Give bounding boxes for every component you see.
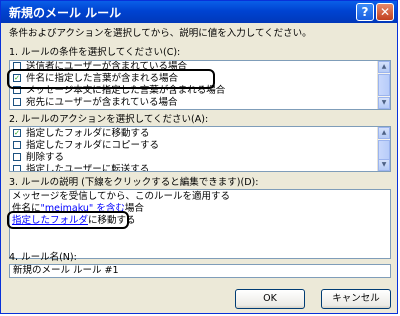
condition-checkbox[interactable] — [13, 98, 21, 106]
description-label: 3. ルールの説明 (下線をクリックすると編集できます)(D): — [9, 177, 259, 188]
action-item-label: 指定したフォルダに移動する — [26, 128, 150, 139]
action-checkbox-checked[interactable]: ✓ — [13, 129, 21, 137]
cancel-button[interactable]: キャンセル — [321, 289, 391, 309]
action-checkbox[interactable] — [13, 141, 21, 149]
dialog-content: 条件およびアクションを選択してから、説明に値を入力してください。 1. ルールの… — [5, 23, 393, 309]
rule-name-label: 4. ルール名(N): — [9, 252, 77, 263]
chevron-up-icon: ▲ — [381, 129, 387, 136]
help-icon: ? — [361, 5, 369, 19]
conditions-label: 1. ルールの条件を選択してください(C): — [9, 47, 181, 58]
chevron-down-icon: ▼ — [381, 99, 387, 106]
action-item-selected[interactable]: ✓ 指定したフォルダに移動する — [12, 128, 376, 139]
condition-item[interactable]: 宛先にユーザーが含まれている場合 — [12, 97, 376, 108]
chevron-down-icon: ▼ — [381, 161, 387, 168]
scroll-up-button[interactable]: ▲ — [378, 127, 390, 139]
action-item-label: 指定したユーザーに転送する — [26, 164, 150, 172]
actions-listbox[interactable]: ✓ 指定したフォルダに移動する 指定したフォルダにコピーする 削除する 指定した… — [9, 126, 391, 172]
action-item-label: 削除する — [26, 152, 65, 163]
conditions-scrollbar[interactable]: ▲ ▼ — [377, 61, 390, 109]
scroll-down-button[interactable]: ▼ — [378, 97, 390, 109]
close-button[interactable]: ✕ — [376, 3, 394, 21]
highlight-annotation — [7, 69, 215, 89]
window-title: 新規のメール ルール — [9, 6, 122, 20]
rule-name-input[interactable]: 新規のメール ルール #1 — [9, 264, 391, 278]
condition-item-label: 宛先にユーザーが含まれている場合 — [26, 97, 178, 108]
ok-button[interactable]: OK — [235, 289, 305, 309]
action-item[interactable]: 削除する — [12, 152, 376, 163]
action-checkbox[interactable] — [13, 153, 21, 161]
close-icon: ✕ — [379, 5, 391, 19]
scroll-thumb[interactable] — [378, 140, 390, 160]
scroll-down-button[interactable]: ▼ — [378, 159, 390, 171]
action-item[interactable]: 指定したユーザーに転送する — [12, 164, 376, 172]
chevron-up-icon: ▲ — [381, 63, 387, 70]
title-bar[interactable]: 新規のメール ルール ? ✕ — [1, 1, 397, 23]
help-button[interactable]: ? — [356, 3, 374, 21]
description-text: メッセージを受信してから、このルールを適用する — [12, 191, 231, 202]
rule-dialog-window: 新規のメール ルール ? ✕ 条件およびアクションを選択してから、説明に値を入力… — [0, 0, 398, 314]
instructions-text: 条件およびアクションを選択してから、説明に値を入力してください。 — [9, 28, 312, 39]
actions-label: 2. ルールのアクションを選択してください(A): — [9, 114, 209, 125]
highlight-annotation — [7, 211, 129, 229]
scroll-thumb[interactable] — [378, 74, 390, 96]
actions-scrollbar[interactable]: ▲ ▼ — [377, 127, 390, 171]
scroll-up-button[interactable]: ▲ — [378, 61, 390, 73]
action-item[interactable]: 指定したフォルダにコピーする — [12, 140, 376, 151]
description-line-1: メッセージを受信してから、このルールを適用する — [12, 191, 388, 202]
action-item-label: 指定したフォルダにコピーする — [26, 140, 160, 151]
action-checkbox[interactable] — [13, 165, 21, 171]
